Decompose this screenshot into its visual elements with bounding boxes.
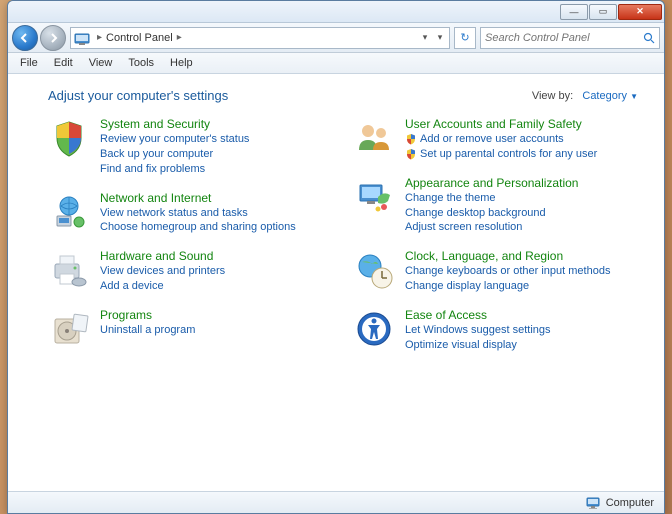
category-body: Clock, Language, and Region Change keybo… — [405, 249, 638, 294]
refresh-button[interactable]: ↻ — [454, 27, 476, 49]
menu-tools[interactable]: Tools — [120, 55, 162, 71]
content-header: Adjust your computer's settings View by:… — [48, 88, 638, 103]
menu-view[interactable]: View — [81, 55, 121, 71]
uac-shield-icon — [405, 148, 417, 160]
category-body: Programs Uninstall a program — [100, 308, 333, 338]
right-column: User Accounts and Family Safety Add or r… — [353, 117, 638, 367]
breadcrumb-text[interactable]: Control Panel — [106, 32, 173, 44]
category-link[interactable]: Add a device — [100, 279, 333, 294]
status-text: Computer — [606, 497, 654, 509]
computer-icon — [585, 495, 601, 511]
category-programs: Programs Uninstall a program — [48, 308, 333, 350]
network-icon — [48, 191, 90, 233]
search-input[interactable] — [485, 32, 643, 44]
uac-shield-icon — [405, 133, 417, 145]
category-user-accounts: User Accounts and Family Safety Add or r… — [353, 117, 638, 162]
category-title[interactable]: Clock, Language, and Region — [405, 249, 638, 263]
maximize-button[interactable]: ▭ — [589, 4, 617, 20]
view-by-label: View by: — [532, 90, 573, 102]
ease-of-access-icon — [353, 308, 395, 350]
chevron-down-icon: ▼ — [630, 92, 638, 101]
category-clock-language: Clock, Language, and Region Change keybo… — [353, 249, 638, 294]
category-link[interactable]: Choose homegroup and sharing options — [100, 220, 333, 235]
category-body: Network and Internet View network status… — [100, 191, 333, 236]
category-body: Hardware and Sound View devices and prin… — [100, 249, 333, 294]
category-link[interactable]: Adjust screen resolution — [405, 220, 638, 235]
view-by-selector[interactable]: View by: Category ▼ — [532, 90, 638, 102]
category-link[interactable]: Back up your computer — [100, 147, 333, 162]
category-title[interactable]: Ease of Access — [405, 308, 638, 322]
category-link[interactable]: Set up parental controls for any user — [405, 147, 638, 162]
printer-icon — [48, 249, 90, 291]
category-link[interactable]: Review your computer's status — [100, 132, 333, 147]
shield-icon — [48, 117, 90, 159]
category-title[interactable]: System and Security — [100, 117, 333, 131]
minimize-button[interactable]: — — [560, 4, 588, 20]
users-icon — [353, 117, 395, 159]
breadcrumb-separator: ▸ — [93, 32, 106, 43]
menu-help[interactable]: Help — [162, 55, 201, 71]
category-columns: System and Security Review your computer… — [48, 117, 638, 367]
search-box[interactable] — [480, 27, 660, 49]
category-network: Network and Internet View network status… — [48, 191, 333, 236]
search-icon — [643, 32, 655, 44]
category-system-security: System and Security Review your computer… — [48, 117, 333, 177]
programs-icon — [48, 308, 90, 350]
address-bar[interactable]: ▸ Control Panel ▸ ▾▾ — [70, 27, 450, 49]
category-ease-of-access: Ease of Access Let Windows suggest setti… — [353, 308, 638, 353]
category-title[interactable]: Hardware and Sound — [100, 249, 333, 263]
category-title[interactable]: User Accounts and Family Safety — [405, 117, 638, 131]
category-link[interactable]: View devices and printers — [100, 264, 333, 279]
menu-bar: File Edit View Tools Help — [8, 53, 664, 74]
category-body: Ease of Access Let Windows suggest setti… — [405, 308, 638, 353]
titlebar: — ▭ ✕ — [8, 1, 664, 23]
category-link[interactable]: Uninstall a program — [100, 323, 333, 338]
category-title[interactable]: Network and Internet — [100, 191, 333, 205]
category-link[interactable]: Change desktop background — [405, 206, 638, 221]
view-by-value: Category — [582, 90, 627, 102]
category-link[interactable]: View network status and tasks — [100, 206, 333, 221]
menu-edit[interactable]: Edit — [46, 55, 81, 71]
navigation-bar: ▸ Control Panel ▸ ▾▾ ↻ — [8, 23, 664, 53]
close-button[interactable]: ✕ — [618, 4, 662, 20]
back-button[interactable] — [12, 25, 38, 51]
forward-button[interactable] — [40, 25, 66, 51]
category-link[interactable]: Optimize visual display — [405, 338, 638, 353]
breadcrumb-separator: ▸ — [173, 32, 186, 43]
breadcrumb-dropdown[interactable]: ▾▾ — [418, 32, 447, 43]
category-link[interactable]: Let Windows suggest settings — [405, 323, 638, 338]
content-area: Adjust your computer's settings View by:… — [8, 74, 664, 491]
category-link[interactable]: Find and fix problems — [100, 162, 333, 177]
category-link[interactable]: Add or remove user accounts — [405, 132, 638, 147]
control-panel-window: — ▭ ✕ ▸ Control Panel ▸ ▾▾ ↻ File Edit V… — [7, 0, 665, 514]
left-column: System and Security Review your computer… — [48, 117, 333, 367]
category-hardware: Hardware and Sound View devices and prin… — [48, 249, 333, 294]
category-appearance: Appearance and Personalization Change th… — [353, 176, 638, 236]
appearance-icon — [353, 176, 395, 218]
category-link[interactable]: Change the theme — [405, 191, 638, 206]
status-bar: Computer — [8, 491, 664, 513]
menu-file[interactable]: File — [12, 55, 46, 71]
category-link[interactable]: Change keyboards or other input methods — [405, 264, 638, 279]
category-body: Appearance and Personalization Change th… — [405, 176, 638, 236]
category-body: User Accounts and Family Safety Add or r… — [405, 117, 638, 162]
category-title[interactable]: Programs — [100, 308, 333, 322]
clock-globe-icon — [353, 249, 395, 291]
category-body: System and Security Review your computer… — [100, 117, 333, 177]
category-link[interactable]: Change display language — [405, 279, 638, 294]
page-title: Adjust your computer's settings — [48, 88, 228, 103]
control-panel-icon — [73, 29, 91, 47]
category-title[interactable]: Appearance and Personalization — [405, 176, 638, 190]
